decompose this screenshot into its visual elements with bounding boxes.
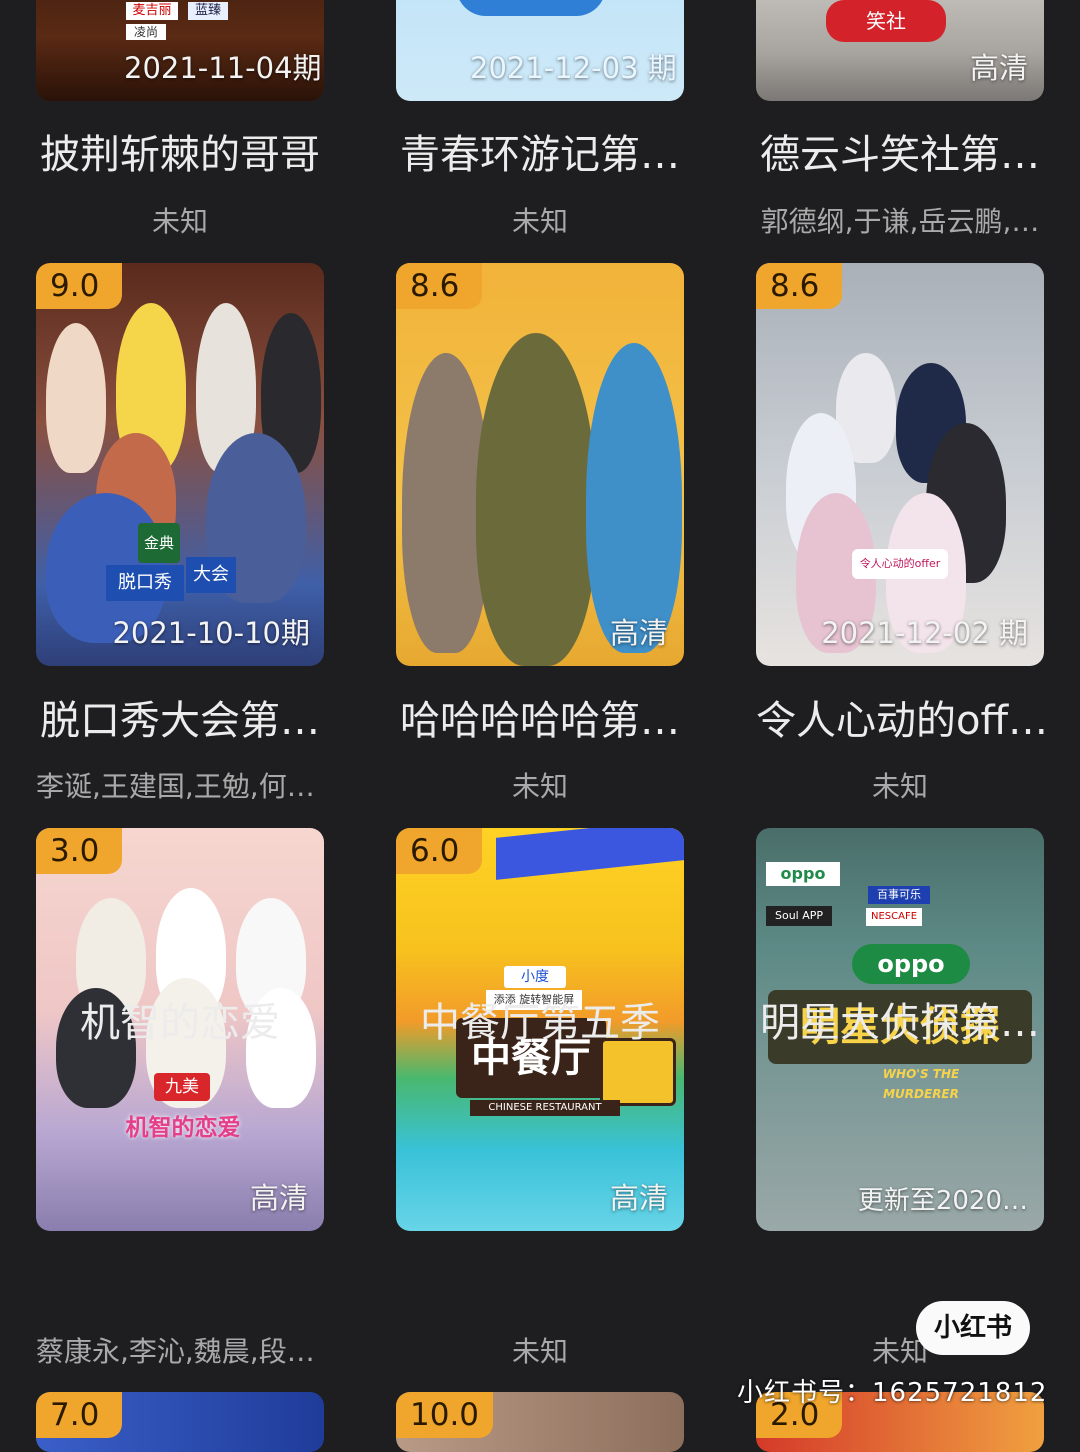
show-title[interactable]: 哈哈哈哈哈第… <box>396 688 684 746</box>
show-title[interactable]: 明星大侦探第… <box>756 990 1044 1048</box>
show-cast: 未知 <box>511 770 568 803</box>
poster-art <box>496 828 684 880</box>
rating-badge: 8.6 <box>756 263 842 309</box>
poster-figure <box>476 333 596 666</box>
show-poster[interactable]: 10.0 <box>396 1392 684 1452</box>
hd-label: 高清 <box>609 1181 668 1215</box>
show-cast: 未知 <box>511 205 568 238</box>
episode-date: 2021-12-03 期 <box>470 51 677 85</box>
sponsor-logo: 蓝臻 <box>188 2 228 20</box>
show-cast: 未知 <box>511 1335 568 1368</box>
sponsor-logo: oppo <box>852 944 970 984</box>
sponsor-logo: oppo <box>766 862 840 886</box>
show-logo-en: CHINESE RESTAURANT <box>470 1100 620 1116</box>
show-logo: 令人心动的offer <box>852 549 948 579</box>
show-logo: 笑社 <box>826 0 946 42</box>
update-status: 更新至2020… <box>857 1186 1028 1216</box>
show-poster[interactable]: 2021-12-03 期 <box>396 0 684 101</box>
show-title[interactable]: 令人心动的off… <box>756 688 1044 746</box>
content-grid: 麦吉丽 蓝臻 凌尚 2021-11-04期 披荆斩棘的哥哥 未知 2021-12… <box>0 0 1080 1452</box>
show-poster[interactable]: 令人心动的offer 8.6 2021-12-02 期 <box>756 263 1044 666</box>
watermark-id: 小红书号：1625721812 <box>737 1378 1048 1408</box>
rating-badge: 10.0 <box>396 1392 494 1438</box>
show-cast: 郭德纲,于谦,岳云鹏,… <box>760 205 1040 238</box>
poster-figure <box>46 323 106 473</box>
sponsor-logo: Soul APP <box>766 906 832 926</box>
rating-badge: 3.0 <box>36 828 122 874</box>
show-title[interactable]: 机智的恋爱 <box>36 990 324 1048</box>
show-logo: 脱口秀 <box>106 565 184 601</box>
show-logo-en: WHO'S THE MURDERER <box>882 1067 960 1101</box>
show-poster[interactable]: 麦吉丽 蓝臻 凌尚 2021-11-04期 <box>36 0 324 101</box>
show-title[interactable]: 中餐厅第五季 <box>396 990 684 1048</box>
rating-badge: 6.0 <box>396 828 482 874</box>
xiaohongshu-logo: 小红书 <box>916 1301 1030 1355</box>
sponsor-logo: 麦吉丽 <box>126 2 178 20</box>
poster-art <box>456 0 606 16</box>
show-cast: 蔡康永,李沁,魏晨,段… <box>36 1335 315 1368</box>
show-poster[interactable]: 金典 脱口秀 大会 9.0 2021-10-10期 <box>36 263 324 666</box>
rating-badge: 8.6 <box>396 263 482 309</box>
show-poster[interactable]: 笑社 高清 <box>756 0 1044 101</box>
rating-badge: 7.0 <box>36 1392 122 1438</box>
sponsor-logo: 小度 <box>504 966 566 988</box>
episode-date: 2021-10-10期 <box>112 616 310 650</box>
show-title[interactable]: 脱口秀大会第… <box>36 688 324 746</box>
poster-figure <box>586 343 682 653</box>
episode-date: 2021-11-04期 <box>124 51 322 85</box>
sponsor-logo: NESCAFE <box>866 908 922 926</box>
episode-date: 2021-12-02 期 <box>821 616 1028 650</box>
sponsor-logo: 凌尚 <box>126 24 166 40</box>
hd-label: 高清 <box>249 1181 308 1215</box>
truck-icon <box>600 1038 676 1106</box>
show-title[interactable]: 德云斗笑社第… <box>756 122 1044 180</box>
hd-label: 高清 <box>969 51 1028 85</box>
hd-label: 高清 <box>609 616 668 650</box>
show-poster[interactable]: 7.0 <box>36 1392 324 1452</box>
show-cast: 李诞,王建国,王勉,何… <box>36 770 315 803</box>
show-logo: 机智的恋爱 <box>125 1115 241 1141</box>
show-title[interactable]: 披荆斩棘的哥哥 <box>36 122 324 180</box>
show-cast: 未知 <box>151 205 208 238</box>
show-poster[interactable]: 8.6 高清 <box>396 263 684 666</box>
show-cast: 未知 <box>871 770 928 803</box>
show-title[interactable]: 青春环游记第… <box>396 122 684 180</box>
show-logo: 大会 <box>186 557 236 593</box>
sponsor-logo: 九美 <box>154 1073 210 1101</box>
sponsor-logo: 金典 <box>138 523 180 563</box>
sponsor-logo: 百事可乐 <box>868 886 930 904</box>
rating-badge: 9.0 <box>36 263 122 309</box>
